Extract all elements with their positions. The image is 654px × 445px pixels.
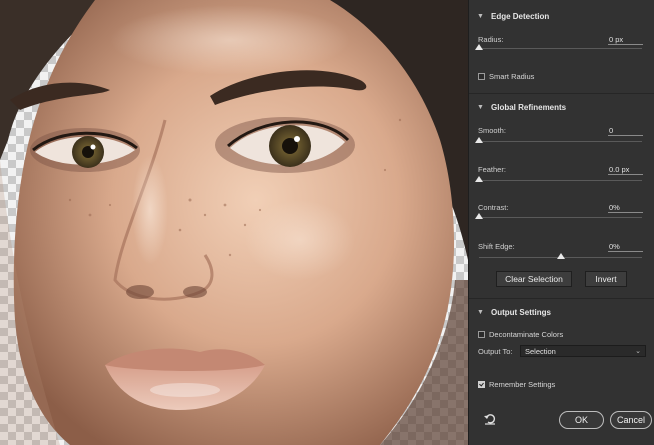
shift-edge-value[interactable]: 0%: [608, 242, 643, 252]
ok-button[interactable]: OK: [559, 411, 604, 429]
contrast-label: Contrast:: [478, 203, 509, 212]
smooth-slider-thumb[interactable]: [475, 137, 483, 143]
radius-slider-thumb[interactable]: [475, 44, 483, 50]
clear-selection-button[interactable]: Clear Selection: [496, 271, 572, 287]
remember-settings-checkbox[interactable]: [478, 381, 485, 388]
image-canvas[interactable]: [0, 0, 468, 445]
radius-slider-track[interactable]: [479, 48, 642, 49]
feather-value[interactable]: 0.0 px: [608, 165, 643, 175]
chevron-down-icon: ▼: [477, 308, 484, 316]
smooth-slider-track[interactable]: [479, 141, 642, 142]
remember-settings-label: Remember Settings: [489, 380, 556, 389]
refine-edge-panel: ▼ Edge Detection Radius: 0 px Smart Radi…: [468, 0, 654, 445]
output-to-select[interactable]: Selection ⌄: [520, 345, 646, 357]
cancel-button[interactable]: Cancel: [610, 411, 652, 429]
smart-radius-label: Smart Radius: [489, 72, 535, 81]
divider: [469, 93, 654, 94]
invert-button[interactable]: Invert: [585, 271, 627, 287]
portrait-photo: [0, 0, 468, 445]
decontaminate-colors-label: Decontaminate Colors: [489, 330, 564, 339]
section-title: Output Settings: [491, 307, 551, 317]
chevron-down-icon: ▼: [477, 103, 484, 111]
output-to-value: Selection: [525, 346, 556, 356]
chevron-down-icon: ⌄: [635, 348, 641, 355]
shift-edge-label: Shift Edge:: [478, 242, 515, 251]
output-to-label: Output To:: [478, 347, 513, 356]
smooth-value[interactable]: 0: [608, 126, 643, 136]
chevron-down-icon: ▼: [477, 12, 484, 20]
feather-label: Feather:: [478, 165, 506, 174]
section-title: Global Refinements: [491, 102, 567, 112]
section-header-global-refinements[interactable]: ▼ Global Refinements: [469, 100, 654, 114]
radius-label: Radius:: [478, 35, 504, 44]
contrast-value[interactable]: 0%: [608, 203, 643, 213]
contrast-slider-track[interactable]: [479, 217, 642, 218]
section-title: Edge Detection: [491, 11, 550, 21]
section-header-output-settings[interactable]: ▼ Output Settings: [469, 305, 654, 319]
smart-radius-checkbox[interactable]: [478, 73, 485, 80]
contrast-slider-thumb[interactable]: [475, 213, 483, 219]
section-header-edge-detection[interactable]: ▼ Edge Detection: [469, 9, 654, 23]
feather-slider-track[interactable]: [479, 180, 642, 181]
decontaminate-colors-checkbox[interactable]: [478, 331, 485, 338]
reset-icon[interactable]: [483, 412, 497, 426]
smooth-label: Smooth:: [478, 126, 506, 135]
divider: [469, 298, 654, 299]
feather-slider-thumb[interactable]: [475, 176, 483, 182]
shift-edge-slider-thumb[interactable]: [556, 253, 565, 259]
radius-value[interactable]: 0 px: [608, 35, 643, 45]
